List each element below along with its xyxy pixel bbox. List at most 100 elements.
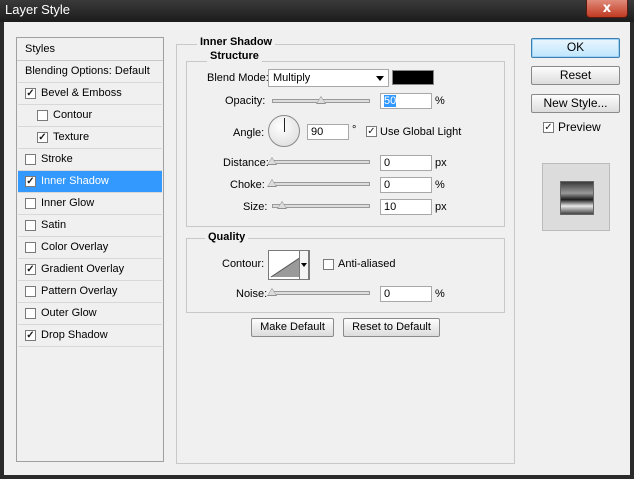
make-default-button[interactable]: Make Default [251, 318, 334, 337]
ok-button[interactable]: OK [531, 38, 620, 58]
styles-header[interactable]: Styles [17, 38, 163, 61]
style-item-label: Satin [41, 219, 67, 231]
style-item-checkbox[interactable] [25, 220, 36, 231]
style-item-checkbox[interactable] [25, 286, 36, 297]
style-item-stroke[interactable]: Stroke [18, 149, 162, 171]
check-icon: ✓ [26, 330, 35, 341]
style-item-checkbox[interactable] [25, 198, 36, 209]
choke-label: Choke: [230, 179, 265, 191]
opacity-value: 50 [384, 95, 397, 107]
distance-value: 0 [384, 157, 391, 169]
preview-label: Preview [558, 120, 601, 134]
noise-input[interactable]: 0 [380, 286, 432, 302]
blending-options-item[interactable]: Blending Options: Default [18, 61, 162, 83]
choke-value: 0 [384, 179, 391, 191]
size-input[interactable]: 10 [380, 199, 432, 215]
style-item-label: Bevel & Emboss [41, 87, 122, 99]
distance-slider-track[interactable] [272, 160, 370, 164]
preview-checkbox[interactable]: ✓ [543, 122, 554, 133]
distance-label: Distance: [223, 157, 269, 169]
shadow-color-swatch[interactable] [392, 70, 434, 85]
blend-mode-label: Blend Mode: [207, 72, 269, 84]
distance-unit: px [435, 157, 447, 169]
style-item-satin[interactable]: Satin [18, 215, 162, 237]
style-item-label: Contour [53, 109, 93, 121]
opacity-unit: % [435, 95, 445, 107]
close-button[interactable]: x [586, 0, 628, 18]
check-icon: ✓ [367, 126, 376, 137]
style-item-checkbox[interactable] [25, 154, 36, 165]
style-item-checkbox[interactable] [37, 110, 48, 121]
choke-slider-thumb[interactable] [267, 179, 277, 187]
style-item-outer-glow[interactable]: Outer Glow [18, 303, 162, 325]
style-item-checkbox[interactable] [25, 308, 36, 319]
choke-unit: % [435, 179, 445, 191]
structure-title: Structure [207, 50, 262, 62]
blend-mode-value: Multiply [273, 72, 311, 84]
style-item-inner-shadow[interactable]: ✓ Inner Shadow [18, 171, 162, 193]
quality-group [186, 238, 505, 313]
blend-mode-select[interactable]: Multiply [268, 69, 389, 87]
noise-unit: % [435, 288, 445, 300]
style-item-contour[interactable]: Contour [18, 105, 162, 127]
noise-slider-track[interactable] [272, 291, 370, 295]
check-icon: ✓ [26, 88, 35, 99]
angle-value: 90 [311, 126, 324, 138]
style-item-label: Gradient Overlay [41, 263, 125, 275]
noise-slider-thumb[interactable] [267, 288, 277, 296]
distance-input[interactable]: 0 [380, 155, 432, 171]
check-icon: ✓ [26, 176, 35, 187]
style-item-drop-shadow[interactable]: ✓ Drop Shadow [18, 325, 162, 347]
title-bar[interactable]: Layer Style x [0, 0, 634, 22]
style-item-checkbox[interactable]: ✓ [37, 132, 48, 143]
angle-needle [284, 118, 285, 132]
window-border-bottom [0, 475, 634, 479]
angle-label: Angle: [233, 127, 265, 139]
opacity-input[interactable]: 50 [380, 93, 432, 109]
style-item-gradient-overlay[interactable]: ✓ Gradient Overlay [18, 259, 162, 281]
angle-unit: ° [352, 124, 357, 136]
angle-dial[interactable] [268, 115, 300, 147]
size-label: Size: [243, 201, 268, 213]
style-item-label: Drop Shadow [41, 329, 108, 341]
size-unit: px [435, 201, 447, 213]
quality-title: Quality [205, 231, 249, 243]
reset-button[interactable]: Reset [531, 66, 620, 85]
style-item-inner-glow[interactable]: Inner Glow [18, 193, 162, 215]
reset-to-default-button[interactable]: Reset to Default [343, 318, 440, 337]
chevron-down-icon [376, 76, 384, 81]
opacity-slider-thumb[interactable] [316, 96, 326, 104]
size-value: 10 [384, 201, 397, 213]
style-item-checkbox[interactable]: ✓ [25, 264, 36, 275]
use-global-light-checkbox[interactable]: ✓ [366, 126, 377, 137]
noise-label: Noise: [236, 288, 268, 300]
new-style-button[interactable]: New Style... [531, 94, 620, 113]
styles-list: Styles Blending Options: Default ✓ Bevel … [16, 37, 164, 462]
chevron-down-icon [301, 263, 307, 267]
anti-aliased-checkbox[interactable] [323, 259, 334, 270]
style-item-label: Stroke [41, 153, 73, 165]
size-slider-thumb[interactable] [277, 201, 287, 209]
style-item-bevel-emboss[interactable]: ✓ Bevel & Emboss [18, 83, 162, 105]
style-item-checkbox[interactable]: ✓ [25, 176, 36, 187]
distance-slider-thumb[interactable] [267, 157, 277, 165]
style-item-texture[interactable]: ✓ Texture [18, 127, 162, 149]
check-icon: ✓ [544, 122, 553, 133]
style-item-label: Inner Shadow [41, 175, 109, 187]
style-item-checkbox[interactable]: ✓ [25, 330, 36, 341]
contour-dropdown-button[interactable] [299, 250, 309, 280]
choke-input[interactable]: 0 [380, 177, 432, 193]
choke-slider-track[interactable] [272, 182, 370, 186]
style-item-checkbox[interactable] [25, 242, 36, 253]
angle-input[interactable]: 90 [307, 124, 349, 140]
layer-style-dialog: Layer Style x Styles Blending Options: D… [0, 0, 634, 479]
style-item-color-overlay[interactable]: Color Overlay [18, 237, 162, 259]
style-item-label: Outer Glow [41, 307, 97, 319]
style-item-pattern-overlay[interactable]: Pattern Overlay [18, 281, 162, 303]
preview-swatch [561, 182, 593, 214]
use-global-light-label: Use Global Light [380, 126, 462, 138]
style-item-checkbox[interactable]: ✓ [25, 88, 36, 99]
opacity-label: Opacity: [225, 95, 266, 107]
inner-shadow-title: Inner Shadow [197, 36, 276, 48]
contour-label: Contour: [222, 258, 265, 270]
